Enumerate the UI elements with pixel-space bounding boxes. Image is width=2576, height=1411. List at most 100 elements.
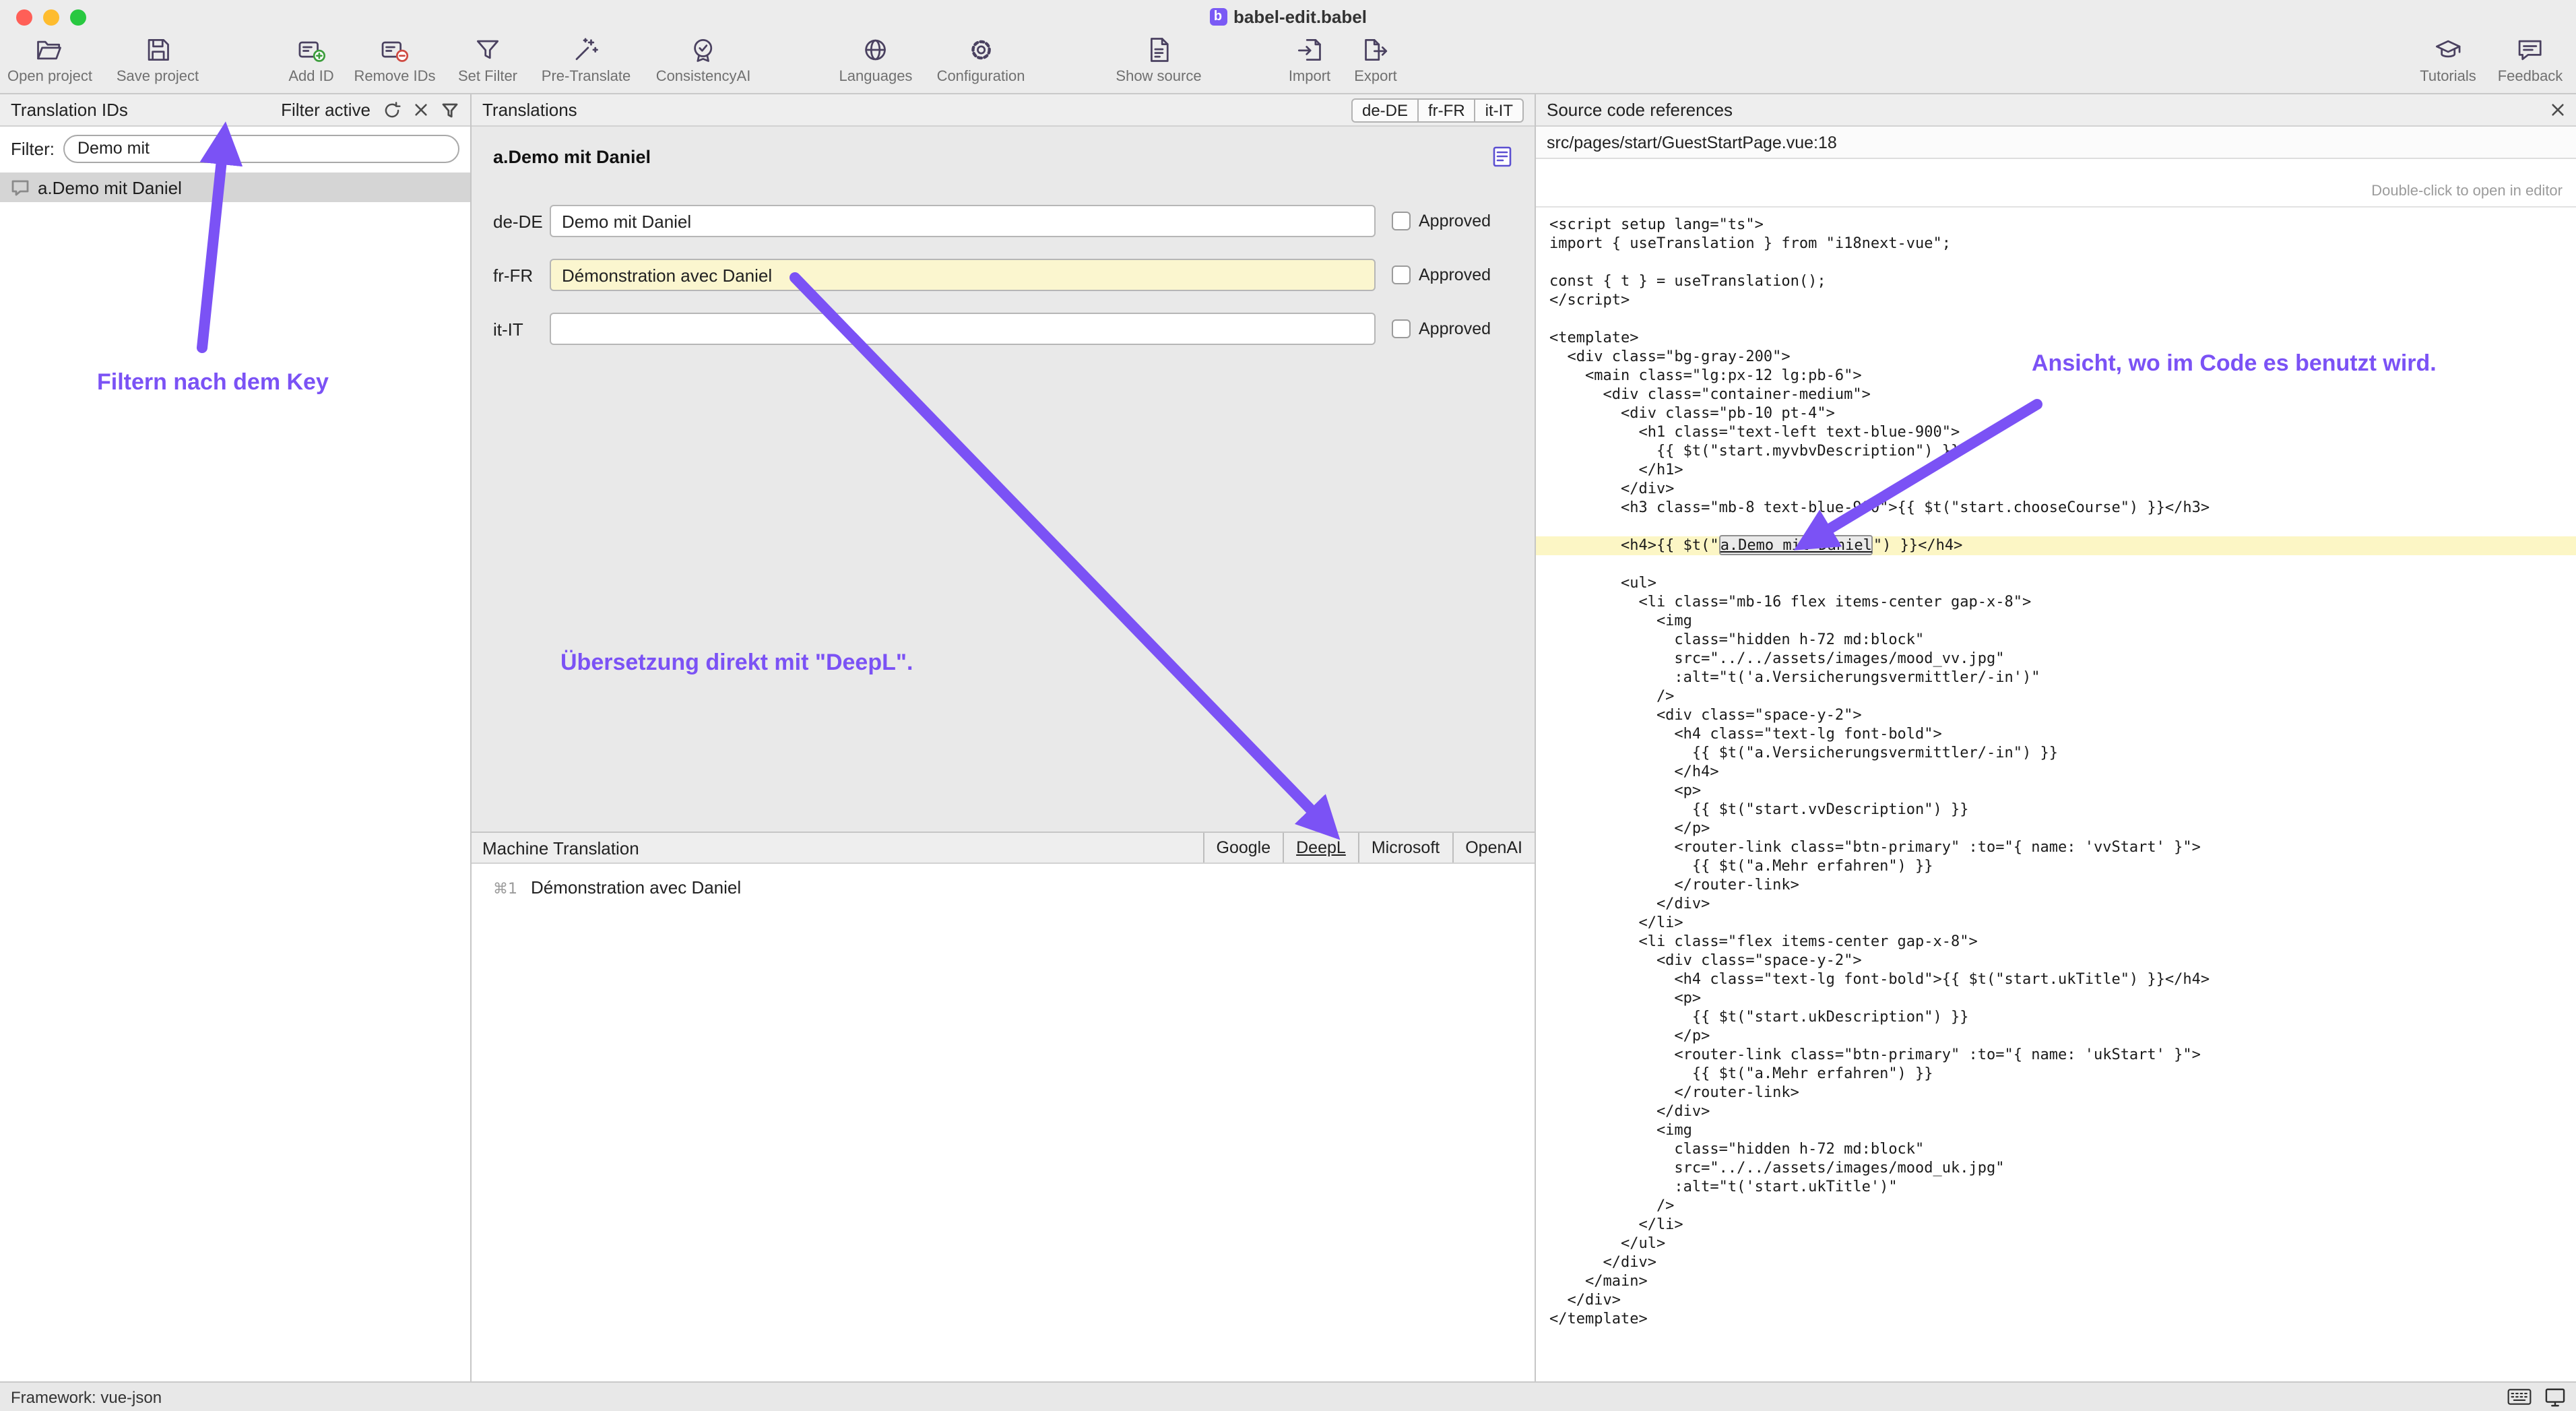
filter-funnel-icon	[473, 35, 503, 65]
engine-deepl[interactable]: DeepL	[1283, 833, 1358, 863]
code-line: src="../../assets/images/mood_uk.jpg"	[1536, 1159, 2576, 1178]
filter-menu-icon[interactable]	[441, 100, 459, 119]
code-line: </main>	[1536, 1272, 2576, 1291]
toolbar-feedback[interactable]: Feedback	[2498, 35, 2563, 85]
display-panel-icon[interactable]	[2545, 1387, 2565, 1406]
source-reference-item[interactable]: src/pages/start/GuestStartPage.vue:18	[1536, 127, 2576, 159]
code-line: {{ $t("start.ukDescription") }}	[1536, 1008, 2576, 1027]
code-line: <h1 class="text-left text-blue-900">	[1536, 423, 2576, 442]
translation-row-fr: fr-FR Approved	[493, 259, 1521, 291]
toolbar-import[interactable]: Import	[1289, 35, 1330, 85]
import-icon	[1295, 35, 1324, 65]
code-line: class="hidden h-72 md:block"	[1536, 631, 2576, 650]
code-line: {{ $t("start.myvbvDescription") }}	[1536, 442, 2576, 461]
code-line: <router-link class="btn-primary" :to="{ …	[1536, 1046, 2576, 1065]
translation-id-list: a.Demo mit Daniel	[0, 173, 470, 202]
mt-result-row[interactable]: ⌘1 Démonstration avec Daniel	[493, 877, 1535, 898]
engine-microsoft[interactable]: Microsoft	[1358, 833, 1452, 863]
code-line-highlighted: <h4>{{ $t("a.Demo mit Daniel") }}</h4>	[1536, 536, 2576, 555]
approved-checkbox-de[interactable]	[1392, 212, 1411, 230]
toolbar-label: Remove IDs	[354, 69, 435, 85]
toolbar-open-project[interactable]: Open project	[7, 35, 92, 85]
engine-google[interactable]: Google	[1203, 833, 1283, 863]
translations-header: Translations de-DE fr-FR it-IT	[472, 94, 1535, 127]
translation-input-it[interactable]	[550, 313, 1376, 345]
code-line: <p>	[1536, 989, 2576, 1008]
toolbar-label: Pre-Translate	[542, 69, 631, 85]
toolbar-label: Configuration	[937, 69, 1025, 85]
toolbar-label: Show source	[1116, 69, 1201, 85]
toolbar-label: Add ID	[288, 69, 333, 85]
translation-id-label: a.Demo mit Daniel	[38, 177, 182, 197]
toolbar-languages[interactable]: Languages	[839, 35, 913, 85]
highlighted-translation-key[interactable]: a.Demo mit Daniel	[1719, 535, 1873, 555]
gear-icon	[966, 35, 996, 65]
code-line: <li class="flex items-center gap-x-8">	[1536, 933, 2576, 951]
code-line: </div>	[1536, 1253, 2576, 1272]
toolbar-label: Import	[1289, 69, 1330, 85]
approved-label: Approved	[1419, 212, 1491, 230]
translation-input-fr[interactable]	[550, 259, 1376, 291]
toolbar-add-id[interactable]: Add ID	[288, 35, 333, 85]
code-line	[1536, 310, 2576, 329]
code-line: <ul>	[1536, 574, 2576, 593]
badge-check-icon	[688, 35, 718, 65]
code-line: </div>	[1536, 1291, 2576, 1310]
window-title: b babel-edit.babel	[0, 7, 2576, 27]
code-line: <div class="space-y-2">	[1536, 706, 2576, 725]
code-line: import { useTranslation } from "i18next-…	[1536, 234, 2576, 253]
translation-input-de[interactable]	[550, 205, 1376, 237]
comment-note-icon[interactable]	[1491, 146, 1513, 168]
locale-button-it[interactable]: it-IT	[1475, 98, 1524, 122]
engine-openai[interactable]: OpenAI	[1452, 833, 1535, 863]
toolbar-show-source[interactable]: Show source	[1116, 35, 1201, 85]
translation-ids-header: Translation IDs Filter active	[0, 94, 470, 127]
speech-bubble-icon	[11, 178, 30, 197]
translation-ids-panel: Translation IDs Filter active Filter: a.…	[0, 94, 472, 1381]
keyboard-icon[interactable]	[2507, 1388, 2532, 1406]
hint-text: Double-click to open in editor	[2371, 183, 2563, 199]
framework-status-text: Framework: vue-json	[11, 1387, 162, 1406]
code-line: </div>	[1536, 1102, 2576, 1121]
toolbar-consistency-ai[interactable]: ConsistencyAI	[656, 35, 751, 85]
locale-button-fr[interactable]: fr-FR	[1417, 98, 1476, 122]
app-logo-icon: b	[1209, 8, 1227, 26]
filter-input[interactable]	[63, 134, 459, 162]
globe-icon	[861, 35, 891, 65]
code-line: <main class="lg:px-12 lg:pb-6">	[1536, 367, 2576, 385]
code-area[interactable]: <script setup lang="ts">import { useTran…	[1536, 208, 2576, 1381]
list-item-translation-id[interactable]: a.Demo mit Daniel	[0, 173, 470, 202]
refresh-icon[interactable]	[383, 100, 401, 119]
close-panel-icon[interactable]	[2550, 102, 2565, 117]
toolbar-export[interactable]: Export	[1354, 35, 1397, 85]
toolbar-remove-ids[interactable]: Remove IDs	[354, 35, 435, 85]
code-line	[1536, 555, 2576, 574]
window-chrome: b babel-edit.babel Open project Save pro…	[0, 0, 2576, 94]
code-line: </li>	[1536, 1216, 2576, 1234]
app-window: b babel-edit.babel Open project Save pro…	[0, 0, 2576, 1411]
code-line: :alt="t('a.Versicherungsvermittler/-in')…	[1536, 668, 2576, 687]
code-line: <p>	[1536, 782, 2576, 801]
code-line: />	[1536, 1197, 2576, 1216]
reference-path: src/pages/start/GuestStartPage.vue:18	[1547, 133, 1837, 152]
toolbar-save-project[interactable]: Save project	[117, 35, 199, 85]
toolbar-pre-translate[interactable]: Pre-Translate	[542, 35, 631, 85]
approved-checkbox-it[interactable]	[1392, 319, 1411, 338]
filter-label: Filter:	[11, 138, 55, 158]
locale-button-de[interactable]: de-DE	[1351, 98, 1419, 122]
code-line: {{ $t("a.Mehr erfahren") }}	[1536, 1065, 2576, 1084]
approved-label: Approved	[1419, 265, 1491, 284]
feedback-bubble-icon	[2515, 35, 2545, 65]
toolbar-set-filter[interactable]: Set Filter	[458, 35, 517, 85]
code-line: {{ $t("start.vvDescription") }}	[1536, 801, 2576, 819]
locale-label: it-IT	[493, 319, 550, 339]
code-line: <div class="pb-10 pt-4">	[1536, 404, 2576, 423]
locale-label: fr-FR	[493, 265, 550, 285]
code-line: {{ $t("a.Versicherungsvermittler/-in") }…	[1536, 744, 2576, 763]
approved-checkbox-fr[interactable]	[1392, 265, 1411, 284]
code-line: </div>	[1536, 895, 2576, 914]
toolbar-configuration[interactable]: Configuration	[937, 35, 1025, 85]
export-icon	[1361, 35, 1390, 65]
clear-filter-icon[interactable]	[414, 102, 428, 117]
toolbar-tutorials[interactable]: Tutorials	[2420, 35, 2476, 85]
